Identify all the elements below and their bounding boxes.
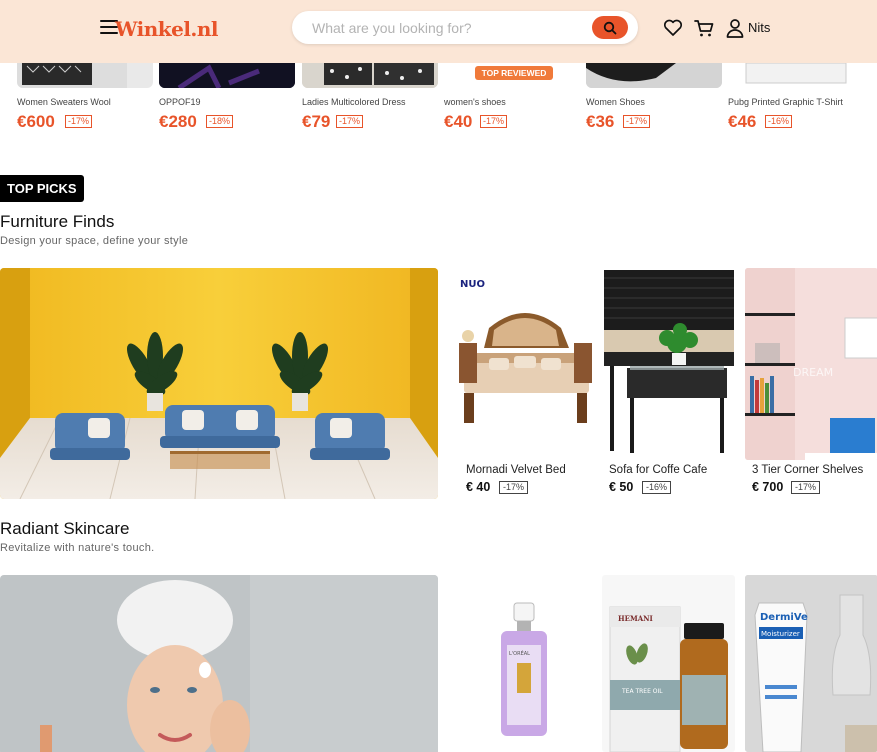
product-name: Mornadi Velvet Bed — [466, 464, 566, 476]
product-label: Moisturizer — [761, 630, 800, 638]
page: Winkel.nl Nits W — [0, 0, 877, 752]
product-price: €600 — [17, 112, 55, 131]
product-card[interactable]: Pubg Printed Graphic T-Shirt €46 -16% — [728, 63, 864, 138]
product-label: TEA TREE OIL — [621, 688, 663, 695]
product-name: women's shoes — [444, 97, 506, 107]
product-name: Sofa for Coffe Cafe — [609, 464, 708, 476]
product-card[interactable]: OPPOF19 €280 -18% — [159, 63, 295, 138]
product-price: € 700 — [752, 480, 784, 494]
product-price: € 50 — [609, 480, 634, 494]
product-image — [728, 63, 864, 88]
discount-badge: -16% — [642, 481, 672, 494]
product-image — [17, 63, 153, 88]
product-image: DermiVe Moisturizer — [745, 575, 877, 752]
heart-icon[interactable] — [662, 17, 684, 39]
product-name: OPPOF19 — [159, 97, 201, 107]
discount-badge: -17% — [499, 481, 529, 494]
cart-icon[interactable] — [693, 17, 715, 39]
product-image — [302, 63, 438, 88]
search-bar — [292, 11, 638, 44]
product-image — [602, 268, 735, 460]
product-image: NUO — [459, 268, 592, 460]
discount-badge: -17% — [623, 115, 651, 128]
watermark-text: DREAM — [793, 366, 833, 379]
discount-badge: -16% — [765, 115, 793, 128]
product-name: Women Sweaters Wool — [17, 97, 111, 107]
product-image: TOP REVIEWED — [444, 63, 580, 88]
product-price: €36 — [586, 112, 615, 131]
brand-label: HEMANI — [618, 614, 653, 623]
discount-badge: -18% — [206, 115, 234, 128]
section-subtitle: Design your space, define your style — [0, 235, 189, 247]
product-name: 3 Tier Corner Shelves — [752, 464, 864, 476]
search-button[interactable] — [592, 16, 628, 39]
section-title: Furniture Finds — [0, 212, 115, 231]
product-card[interactable]: Women Shoes €36 -17% — [586, 63, 722, 138]
product-price: €40 — [444, 112, 473, 131]
product-price: €280 — [159, 112, 197, 131]
top-reviewed-badge: TOP REVIEWED — [475, 66, 553, 80]
product-image: L'ORÉAL — [459, 575, 592, 752]
product-image: DREAM — [745, 268, 877, 460]
user-icon[interactable] — [724, 17, 746, 39]
product-card[interactable]: Women Sweaters Wool €600 -17% — [17, 63, 153, 138]
user-name[interactable]: Nits — [748, 20, 770, 35]
discount-badge: -17% — [336, 115, 364, 128]
search-icon — [603, 21, 617, 34]
discount-badge: -17% — [480, 115, 508, 128]
top-products-row: Women Sweaters Wool €600 -17% OPPOF19 €2… — [0, 63, 877, 143]
product-image: HEMANI TEA TREE OIL — [602, 575, 735, 752]
svg-text:L'ORÉAL: L'ORÉAL — [509, 649, 530, 657]
product-card[interactable]: TOP REVIEWED women's shoes €40 -17% — [444, 63, 580, 138]
product-price: € 40 — [466, 480, 491, 494]
header: Winkel.nl Nits — [0, 0, 877, 63]
brand-label: DermiVe — [760, 612, 808, 623]
product-name: Women Shoes — [586, 97, 645, 107]
section-title: Radiant Skincare — [0, 519, 130, 538]
product-card[interactable]: Ladies Multicolored Dress €79 -17% — [302, 63, 438, 138]
svg-text:NUO: NUO — [460, 279, 485, 290]
product-image — [159, 63, 295, 88]
product-name: Ladies Multicolored Dress — [302, 97, 406, 107]
top-picks-badge: TOP PICKS — [0, 175, 84, 202]
product-price: €46 — [728, 112, 757, 131]
discount-badge: -17% — [791, 481, 821, 494]
skincare-hero-banner[interactable] — [0, 575, 438, 752]
product-name: Pubg Printed Graphic T-Shirt — [728, 97, 843, 107]
furniture-hero-banner[interactable] — [0, 268, 438, 499]
search-input[interactable] — [312, 17, 582, 39]
product-price: €79 — [302, 112, 331, 131]
discount-badge: -17% — [65, 115, 93, 128]
site-logo[interactable]: Winkel.nl — [115, 17, 219, 41]
product-image — [586, 63, 722, 88]
section-subtitle: Revitalize with nature's touch. — [0, 542, 155, 554]
